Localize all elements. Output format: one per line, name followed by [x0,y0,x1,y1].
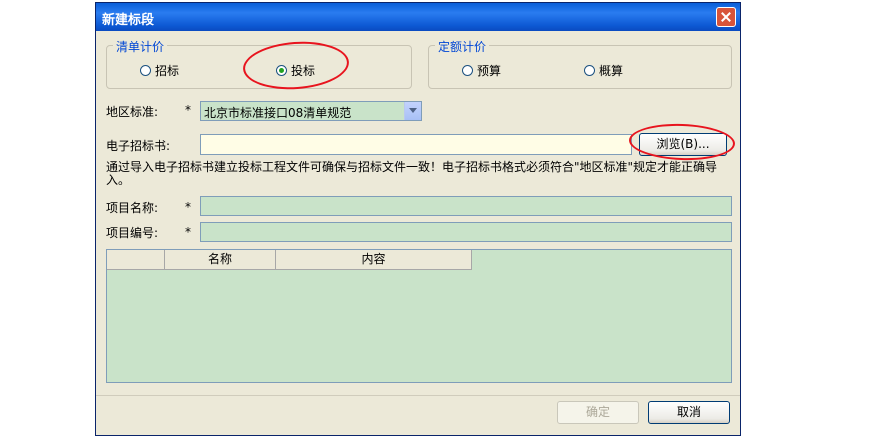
table-header-index[interactable] [107,250,165,270]
cancel-button[interactable]: 取消 [648,401,730,424]
radio-tender[interactable]: 招标 [140,62,179,79]
bid-info-table[interactable]: 名称 内容 [106,249,732,383]
radio-estimate-circle [584,65,595,76]
dialog-title: 新建标段 [102,13,155,28]
e-tender-file-input[interactable] [200,134,632,155]
project-code-input[interactable] [200,222,732,242]
chevron-down-icon[interactable] [404,102,421,120]
radio-tender-circle [140,65,151,76]
radio-budget-circle [462,65,473,76]
radio-estimate-label: 概算 [599,64,624,78]
region-select[interactable]: 北京市标准接口08清单规范 [200,101,422,121]
project-name-required-mark: * [185,200,191,214]
radio-estimate[interactable]: 概算 [584,62,623,79]
new-section-dialog: 新建标段 清单计价 招标 投标 定额计价 预算 概算 地区标准: * 北京市标准… [95,2,741,436]
radio-tender-label: 招标 [155,64,180,78]
project-name-input[interactable] [200,196,732,216]
quota-pricing-legend: 定额计价 [435,38,490,55]
table-header-content[interactable]: 内容 [276,250,472,270]
close-icon[interactable] [716,7,736,27]
radio-budget-label: 预算 [477,64,502,78]
project-code-label: 项目编号: [106,226,159,240]
region-required-mark: * [185,103,191,117]
project-name-label: 项目名称: [106,201,159,215]
radio-budget[interactable]: 预算 [462,62,501,79]
dialog-title-bar[interactable]: 新建标段 [96,3,740,31]
region-label: 地区标准: [106,105,159,119]
project-code-required-mark: * [185,225,191,239]
import-info-text: 通过导入电子招标书建立投标工程文件可确保与招标文件一致！电子招标书格式必须符合"… [106,160,718,187]
e-tender-label: 电子招标书: [106,139,171,153]
region-select-value: 北京市标准接口08清单规范 [204,106,352,120]
table-header-name[interactable]: 名称 [165,250,276,270]
ok-button[interactable]: 确定 [557,401,639,424]
list-pricing-legend: 清单计价 [113,38,168,55]
footer-divider [96,395,740,396]
